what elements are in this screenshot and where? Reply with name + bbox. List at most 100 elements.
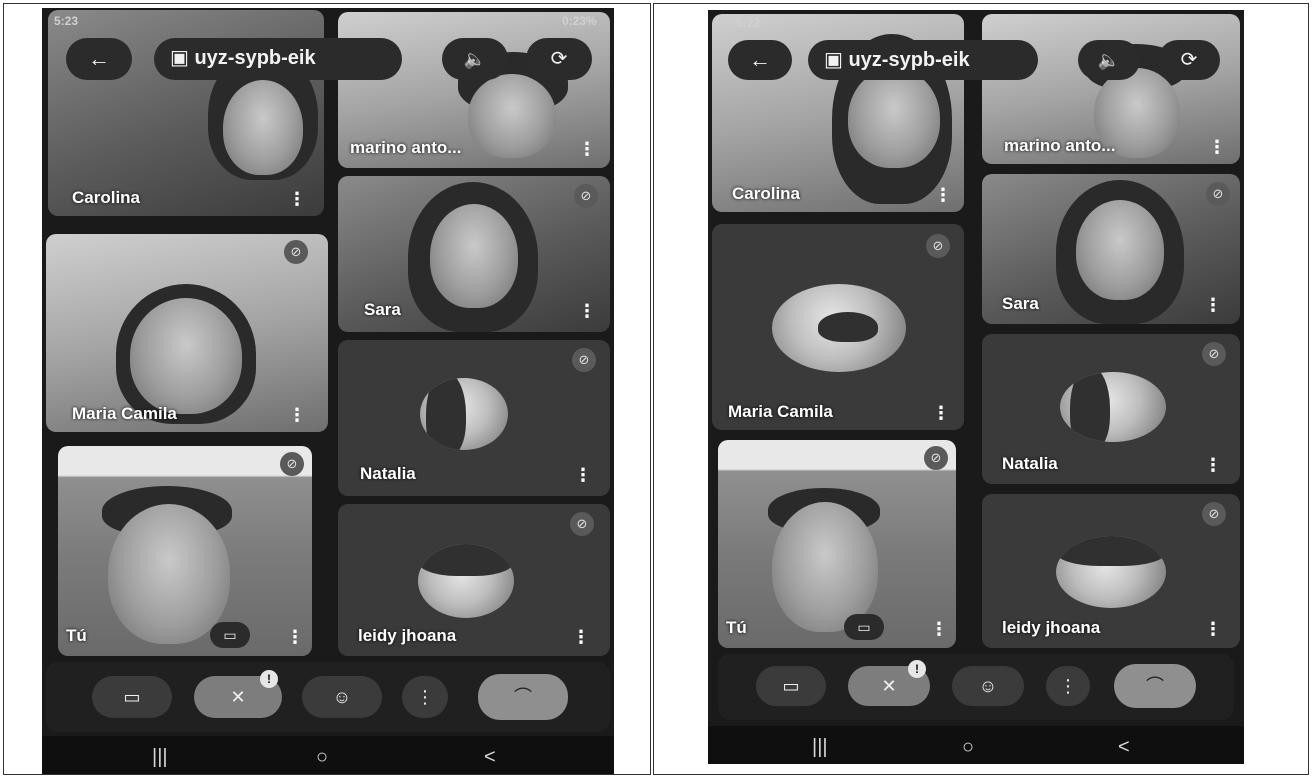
participant-tile-self[interactable]: ⊘ Tú ▭ ⋮ xyxy=(718,440,956,648)
participant-tile-sara[interactable]: ⊘ Sara ⋮ xyxy=(982,174,1240,324)
phone-screen-right: Carolina ⋮ marino anto... ⋮ ⊘ Sara ⋮ ⊘ M… xyxy=(708,10,1244,764)
avatar-image xyxy=(818,312,878,342)
mic-muted-icon: ⊘ xyxy=(574,184,598,208)
screenshot-left-frame: Carolina ⋮ marino anto... ⋮ ⊘ Sara ⋮ ⊘ M… xyxy=(3,3,651,775)
more-options-icon[interactable]: ⋮ xyxy=(286,628,304,646)
mic-muted-icon: ⊘ xyxy=(1202,502,1226,526)
participant-face xyxy=(130,298,242,414)
status-battery: 0:23% xyxy=(562,14,597,28)
picture-in-picture-icon[interactable]: ▭ xyxy=(844,614,884,640)
participant-avatar xyxy=(1060,372,1166,442)
camera-switch-icon[interactable]: ⟳ xyxy=(526,38,592,80)
status-time: 5:23 xyxy=(54,14,79,28)
participant-name: Sara xyxy=(1002,294,1039,313)
home-icon[interactable]: ○ xyxy=(316,746,328,769)
phone-screen-left: Carolina ⋮ marino anto... ⋮ ⊘ Sara ⋮ ⊘ M… xyxy=(42,8,614,774)
more-options-icon[interactable]: ⋮ xyxy=(578,302,596,320)
android-nav-bar: ||| ○ < xyxy=(42,736,614,774)
participant-name: Natalia xyxy=(360,464,416,483)
participant-tile-natalia[interactable]: ⊘ Natalia ⋮ xyxy=(982,334,1240,484)
call-controls-bar: ▭ ✕ ! ☺ ⋮ ⌒ xyxy=(46,662,610,732)
more-options-icon[interactable]: ⋮ xyxy=(1046,666,1090,706)
speaker-icon[interactable]: 🔈 xyxy=(442,38,508,80)
video-toggle-icon[interactable]: ▭ xyxy=(92,676,172,718)
mic-muted-icon: ⊘ xyxy=(924,446,948,470)
mic-muted-icon: ⊘ xyxy=(284,240,308,264)
participant-face xyxy=(772,502,878,632)
status-time: 5:22 xyxy=(736,16,761,30)
android-nav-bar: ||| ○ < xyxy=(708,726,1244,764)
home-icon[interactable]: ○ xyxy=(962,736,974,759)
recent-apps-icon[interactable]: ||| xyxy=(152,746,168,769)
participant-name: Carolina xyxy=(732,184,801,203)
more-options-icon[interactable]: ⋮ xyxy=(288,406,306,424)
more-options-icon[interactable]: ⋮ xyxy=(572,628,590,646)
avatar-image xyxy=(426,378,466,450)
video-toggle-icon[interactable]: ▭ xyxy=(756,666,826,706)
hangup-icon[interactable]: ⌒ xyxy=(1114,664,1196,708)
participant-tile-self[interactable]: ⊘ Tú ▭ ⋮ xyxy=(58,446,312,656)
participant-tile-marino[interactable]: marino anto... ⋮ xyxy=(338,12,610,168)
recent-apps-icon[interactable]: ||| xyxy=(812,736,828,759)
participant-name: Maria Camila xyxy=(728,402,833,421)
nav-back-icon[interactable]: < xyxy=(484,746,496,769)
meeting-code-text: uyz-sypb-eik xyxy=(194,47,316,69)
more-options-icon[interactable]: ⋮ xyxy=(932,404,950,422)
hangup-icon[interactable]: ⌒ xyxy=(478,674,568,720)
nav-back-icon[interactable]: < xyxy=(1118,736,1130,759)
participant-name: leidy jhoana xyxy=(358,626,457,645)
calendar-icon: ▣ xyxy=(824,49,843,71)
mic-muted-icon: ⊘ xyxy=(1206,182,1230,206)
avatar-image xyxy=(418,544,514,576)
more-options-icon[interactable]: ⋮ xyxy=(1208,138,1226,156)
avatar-image xyxy=(1056,536,1166,566)
participant-tile-leidy[interactable]: ⊘ leidy jhoana ⋮ xyxy=(982,494,1240,648)
participant-name: leidy jhoana xyxy=(1002,618,1101,637)
more-options-icon[interactable]: ⋮ xyxy=(1204,620,1222,638)
meeting-code-button[interactable]: ▣ uyz-sypb-eik xyxy=(154,38,402,80)
more-options-icon[interactable]: ⋮ xyxy=(934,186,952,204)
more-options-icon[interactable]: ⋮ xyxy=(288,190,306,208)
participant-face xyxy=(108,504,230,644)
participant-avatar xyxy=(418,544,514,618)
more-options-icon[interactable]: ⋮ xyxy=(574,466,592,484)
participant-name: Sara xyxy=(364,300,401,319)
participant-name: marino anto... xyxy=(350,138,462,157)
mic-muted-icon: ⊘ xyxy=(572,348,596,372)
mic-muted-icon: ⊘ xyxy=(570,512,594,536)
more-options-icon[interactable]: ⋮ xyxy=(578,140,596,158)
more-options-icon[interactable]: ⋮ xyxy=(930,620,948,638)
reactions-icon[interactable]: ☺ xyxy=(952,666,1024,706)
back-button[interactable]: ← xyxy=(66,38,132,80)
mic-warning-badge: ! xyxy=(260,670,278,688)
back-button[interactable]: ← xyxy=(728,40,792,80)
participant-tile-maria-camila[interactable]: ⊘ Maria Camila ⋮ xyxy=(712,224,964,430)
more-options-icon[interactable]: ⋮ xyxy=(1204,456,1222,474)
participant-face xyxy=(430,204,518,308)
participant-name: Tú xyxy=(66,626,87,645)
participant-face xyxy=(1076,200,1164,300)
participant-name: Carolina xyxy=(72,188,141,207)
camera-switch-icon[interactable]: ⟳ xyxy=(1158,40,1220,80)
participant-tile-leidy[interactable]: ⊘ leidy jhoana ⋮ xyxy=(338,504,610,656)
participant-tile-sara[interactable]: ⊘ Sara ⋮ xyxy=(338,176,610,332)
calendar-icon: ▣ xyxy=(170,47,189,69)
participant-avatar xyxy=(772,284,906,372)
participant-name: marino anto... xyxy=(1004,136,1116,155)
picture-in-picture-icon[interactable]: ▭ xyxy=(210,622,250,648)
more-options-icon[interactable]: ⋮ xyxy=(402,676,448,718)
mic-muted-icon: ⊘ xyxy=(926,234,950,258)
participant-tile-maria-camila[interactable]: ⊘ Maria Camila ⋮ xyxy=(46,234,328,432)
mic-muted-icon: ⊘ xyxy=(1202,342,1226,366)
call-controls-bar: ▭ ✕ ! ☺ ⋮ ⌒ xyxy=(718,654,1234,720)
meeting-code-button[interactable]: ▣ uyz-sypb-eik xyxy=(808,40,1038,80)
participant-name: Tú xyxy=(726,618,747,637)
speaker-icon[interactable]: 🔈 xyxy=(1078,40,1140,80)
mic-muted-icon: ⊘ xyxy=(280,452,304,476)
participant-name: Maria Camila xyxy=(72,404,177,423)
reactions-icon[interactable]: ☺ xyxy=(302,676,382,718)
mic-warning-badge: ! xyxy=(908,660,926,678)
participant-tile-marino[interactable]: marino anto... ⋮ xyxy=(982,14,1240,164)
more-options-icon[interactable]: ⋮ xyxy=(1204,296,1222,314)
participant-tile-natalia[interactable]: ⊘ Natalia ⋮ xyxy=(338,340,610,496)
